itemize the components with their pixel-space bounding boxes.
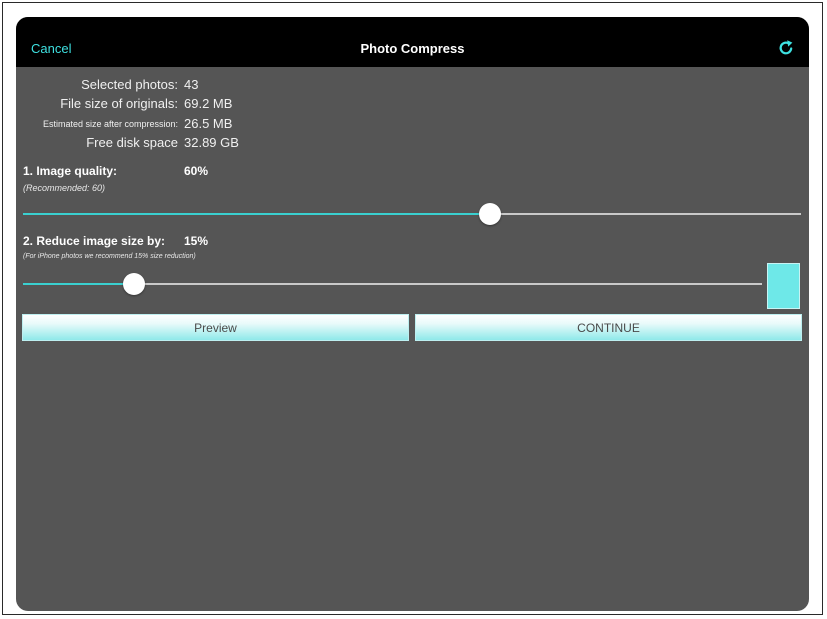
preview-button[interactable]: Preview — [22, 314, 409, 341]
preview-button-label: Preview — [194, 320, 237, 335]
reduce-size-title: 2. Reduce image size by: — [23, 234, 166, 248]
continue-button[interactable]: CONTINUE — [415, 314, 802, 341]
slider-thumb[interactable] — [478, 203, 501, 225]
image-quality-title: 1. Image quality: — [23, 164, 118, 178]
info-row-free-disk: Free disk space 32.89 GB — [16, 135, 809, 151]
image-quality-note: (Recommended: 60) — [23, 183, 106, 193]
page-title: Photo Compress — [360, 41, 465, 56]
info-row-estimated-size: Estimated size after compression: 26.5 M… — [16, 116, 809, 132]
reduce-size-note: (For iPhone photos we recommend 15% size… — [23, 253, 196, 260]
navigation-bar: Cancel Photo Compress — [16, 17, 809, 67]
color-swatch — [767, 263, 800, 309]
image-quality-slider[interactable] — [23, 202, 801, 226]
reduce-size-value: 15% — [184, 234, 209, 248]
info-label: Selected photos: — [81, 77, 178, 92]
slider-track-fill — [23, 213, 490, 215]
refresh-icon[interactable] — [777, 39, 795, 57]
info-value: 69.2 MB — [184, 96, 233, 111]
info-row-selected-photos: Selected photos: 43 — [16, 77, 809, 93]
slider-thumb[interactable] — [122, 273, 145, 295]
reduce-size-slider[interactable] — [23, 272, 762, 296]
info-value: 26.5 MB — [184, 116, 233, 131]
info-value: 43 — [184, 77, 199, 92]
slider-track-fill — [23, 283, 134, 285]
info-value: 32.89 GB — [184, 135, 239, 150]
info-label: File size of originals: — [60, 96, 178, 111]
image-quality-value: 60% — [184, 164, 209, 178]
info-row-file-size: File size of originals: 69.2 MB — [16, 96, 809, 112]
info-label: Free disk space — [86, 135, 178, 150]
app-window: Cancel Photo Compress Selected photos: 4… — [16, 17, 809, 611]
continue-button-label: CONTINUE — [577, 320, 640, 335]
info-label: Estimated size after compression: — [42, 119, 178, 129]
